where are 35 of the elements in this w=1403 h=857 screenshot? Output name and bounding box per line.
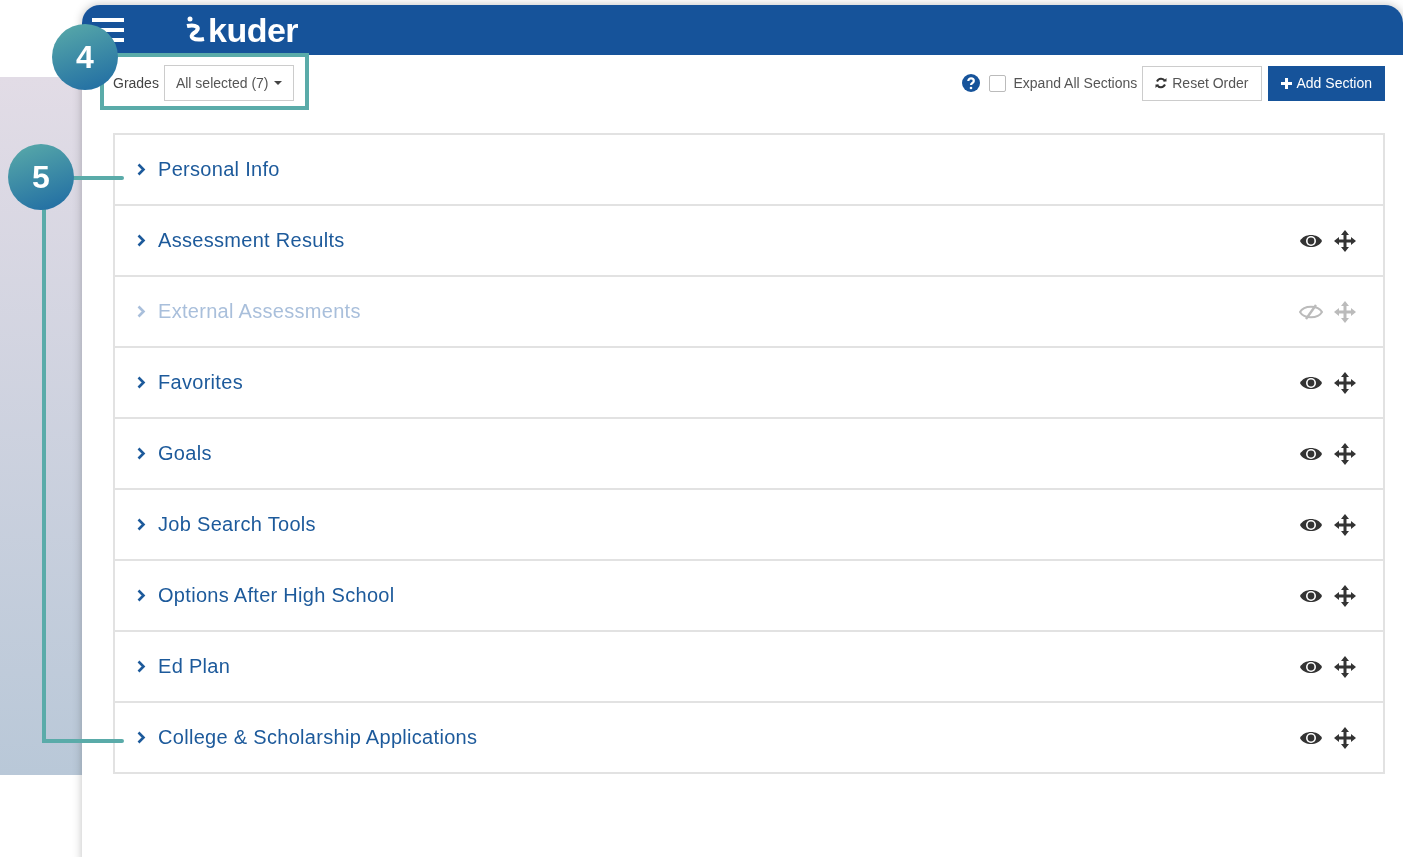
grades-dropdown[interactable]: All selected (7) xyxy=(163,65,294,101)
chevron-icon[interactable] xyxy=(137,376,146,389)
caret-icon xyxy=(273,81,282,85)
refresh-icon xyxy=(1155,77,1168,89)
chevron-icon[interactable] xyxy=(137,163,146,176)
logo-text: kuder xyxy=(208,10,299,50)
expand-checkbox[interactable] xyxy=(988,74,1006,92)
move-icon[interactable] xyxy=(1333,725,1357,750)
move-icon[interactable] xyxy=(1333,583,1357,608)
chevron-icon[interactable] xyxy=(137,234,146,247)
swirl-icon xyxy=(184,16,206,44)
section-title[interactable]: Ed Plan xyxy=(158,655,231,678)
section-title[interactable]: Job Search Tools xyxy=(158,513,316,536)
chevron-icon[interactable] xyxy=(137,731,146,744)
grades-label: Grades xyxy=(113,75,159,91)
chevron-icon[interactable] xyxy=(137,518,146,531)
move-icon[interactable] xyxy=(1333,512,1357,537)
chevron-icon[interactable] xyxy=(137,589,146,602)
section-title[interactable]: Favorites xyxy=(158,371,243,394)
reset-order-button[interactable]: Reset Order xyxy=(1142,65,1262,101)
move-icon[interactable] xyxy=(1333,654,1357,679)
move-icon[interactable] xyxy=(1333,370,1357,395)
chevron-icon[interactable] xyxy=(137,660,146,673)
move-icon[interactable] xyxy=(1333,228,1357,253)
section-title[interactable]: Goals xyxy=(158,442,212,465)
expand-label: Expand All Sections xyxy=(1013,75,1138,91)
add-section-button[interactable]: Add Section xyxy=(1267,65,1385,101)
section-title[interactable]: Assessment Results xyxy=(158,229,345,252)
plus-icon xyxy=(1280,77,1292,89)
move-icon[interactable] xyxy=(1333,441,1357,466)
section-title[interactable]: College & Scholarship Applications xyxy=(158,726,478,749)
help-icon[interactable] xyxy=(961,74,980,92)
section-title[interactable]: Options After High School xyxy=(158,584,395,607)
chevron-icon[interactable] xyxy=(137,447,146,460)
section-title[interactable]: Personal Info xyxy=(158,158,280,181)
